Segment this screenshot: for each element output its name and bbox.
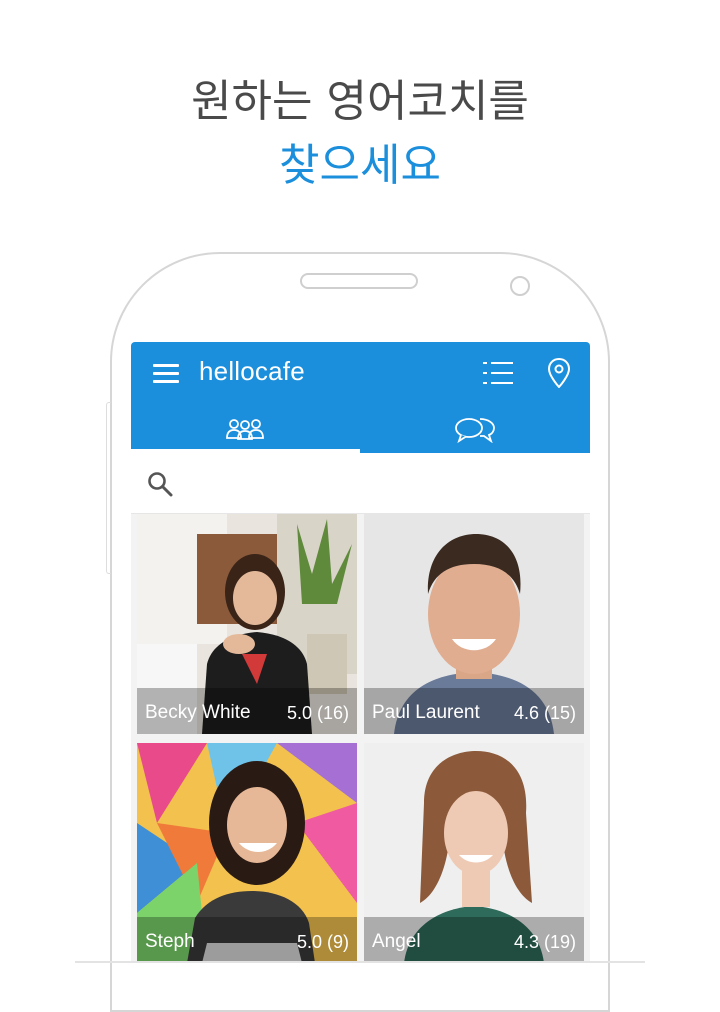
hamburger-menu-icon[interactable] xyxy=(153,364,179,384)
promo-headline: 원하는 영어코치를 찾으세요 xyxy=(0,70,720,198)
coach-caption: Becky White 5.0 (16) xyxy=(137,688,357,734)
headline-line-1: 원하는 영어코치를 xyxy=(191,76,529,127)
coach-card[interactable]: Steph 5.0 (9) xyxy=(137,743,357,963)
app-bar: hellocafe xyxy=(131,342,590,453)
tab-chat[interactable] xyxy=(360,406,589,453)
coach-name: Becky White xyxy=(145,702,251,723)
coach-card[interactable]: Becky White 5.0 (16) xyxy=(137,514,357,734)
search-icon xyxy=(148,472,173,497)
chat-bubbles-icon xyxy=(455,418,495,443)
phone-speaker xyxy=(300,273,418,289)
app-screen: hellocafe Becky White 5.0 (16) Paul Laur… xyxy=(131,342,590,963)
phone-side-button xyxy=(106,402,111,574)
coach-name: Steph xyxy=(145,931,195,952)
coach-rating: 4.3 (19) xyxy=(513,932,576,952)
headline-line-2: 찾으세요 xyxy=(279,140,441,191)
tab-coaches[interactable] xyxy=(131,406,360,453)
search-input[interactable] xyxy=(131,453,590,514)
coach-card[interactable]: Paul Laurent 4.6 (15) xyxy=(364,514,584,734)
coach-name: Paul Laurent xyxy=(372,702,480,723)
coach-card[interactable]: Angel 4.3 (19) xyxy=(364,743,584,963)
coach-name: Angel xyxy=(372,931,421,952)
phone-camera xyxy=(510,276,530,296)
coach-caption: Steph 5.0 (9) xyxy=(137,917,357,963)
coach-caption: Angel 4.3 (19) xyxy=(364,917,584,963)
coach-rating: 5.0 (16) xyxy=(286,703,349,723)
coach-rating: 4.6 (15) xyxy=(513,703,576,723)
list-view-icon[interactable] xyxy=(483,359,513,387)
app-title: hellocafe xyxy=(199,356,305,386)
coach-rating: 5.0 (9) xyxy=(296,932,349,952)
people-group-icon xyxy=(226,419,264,440)
location-pin-icon[interactable] xyxy=(548,358,570,388)
coach-caption: Paul Laurent 4.6 (15) xyxy=(364,688,584,734)
